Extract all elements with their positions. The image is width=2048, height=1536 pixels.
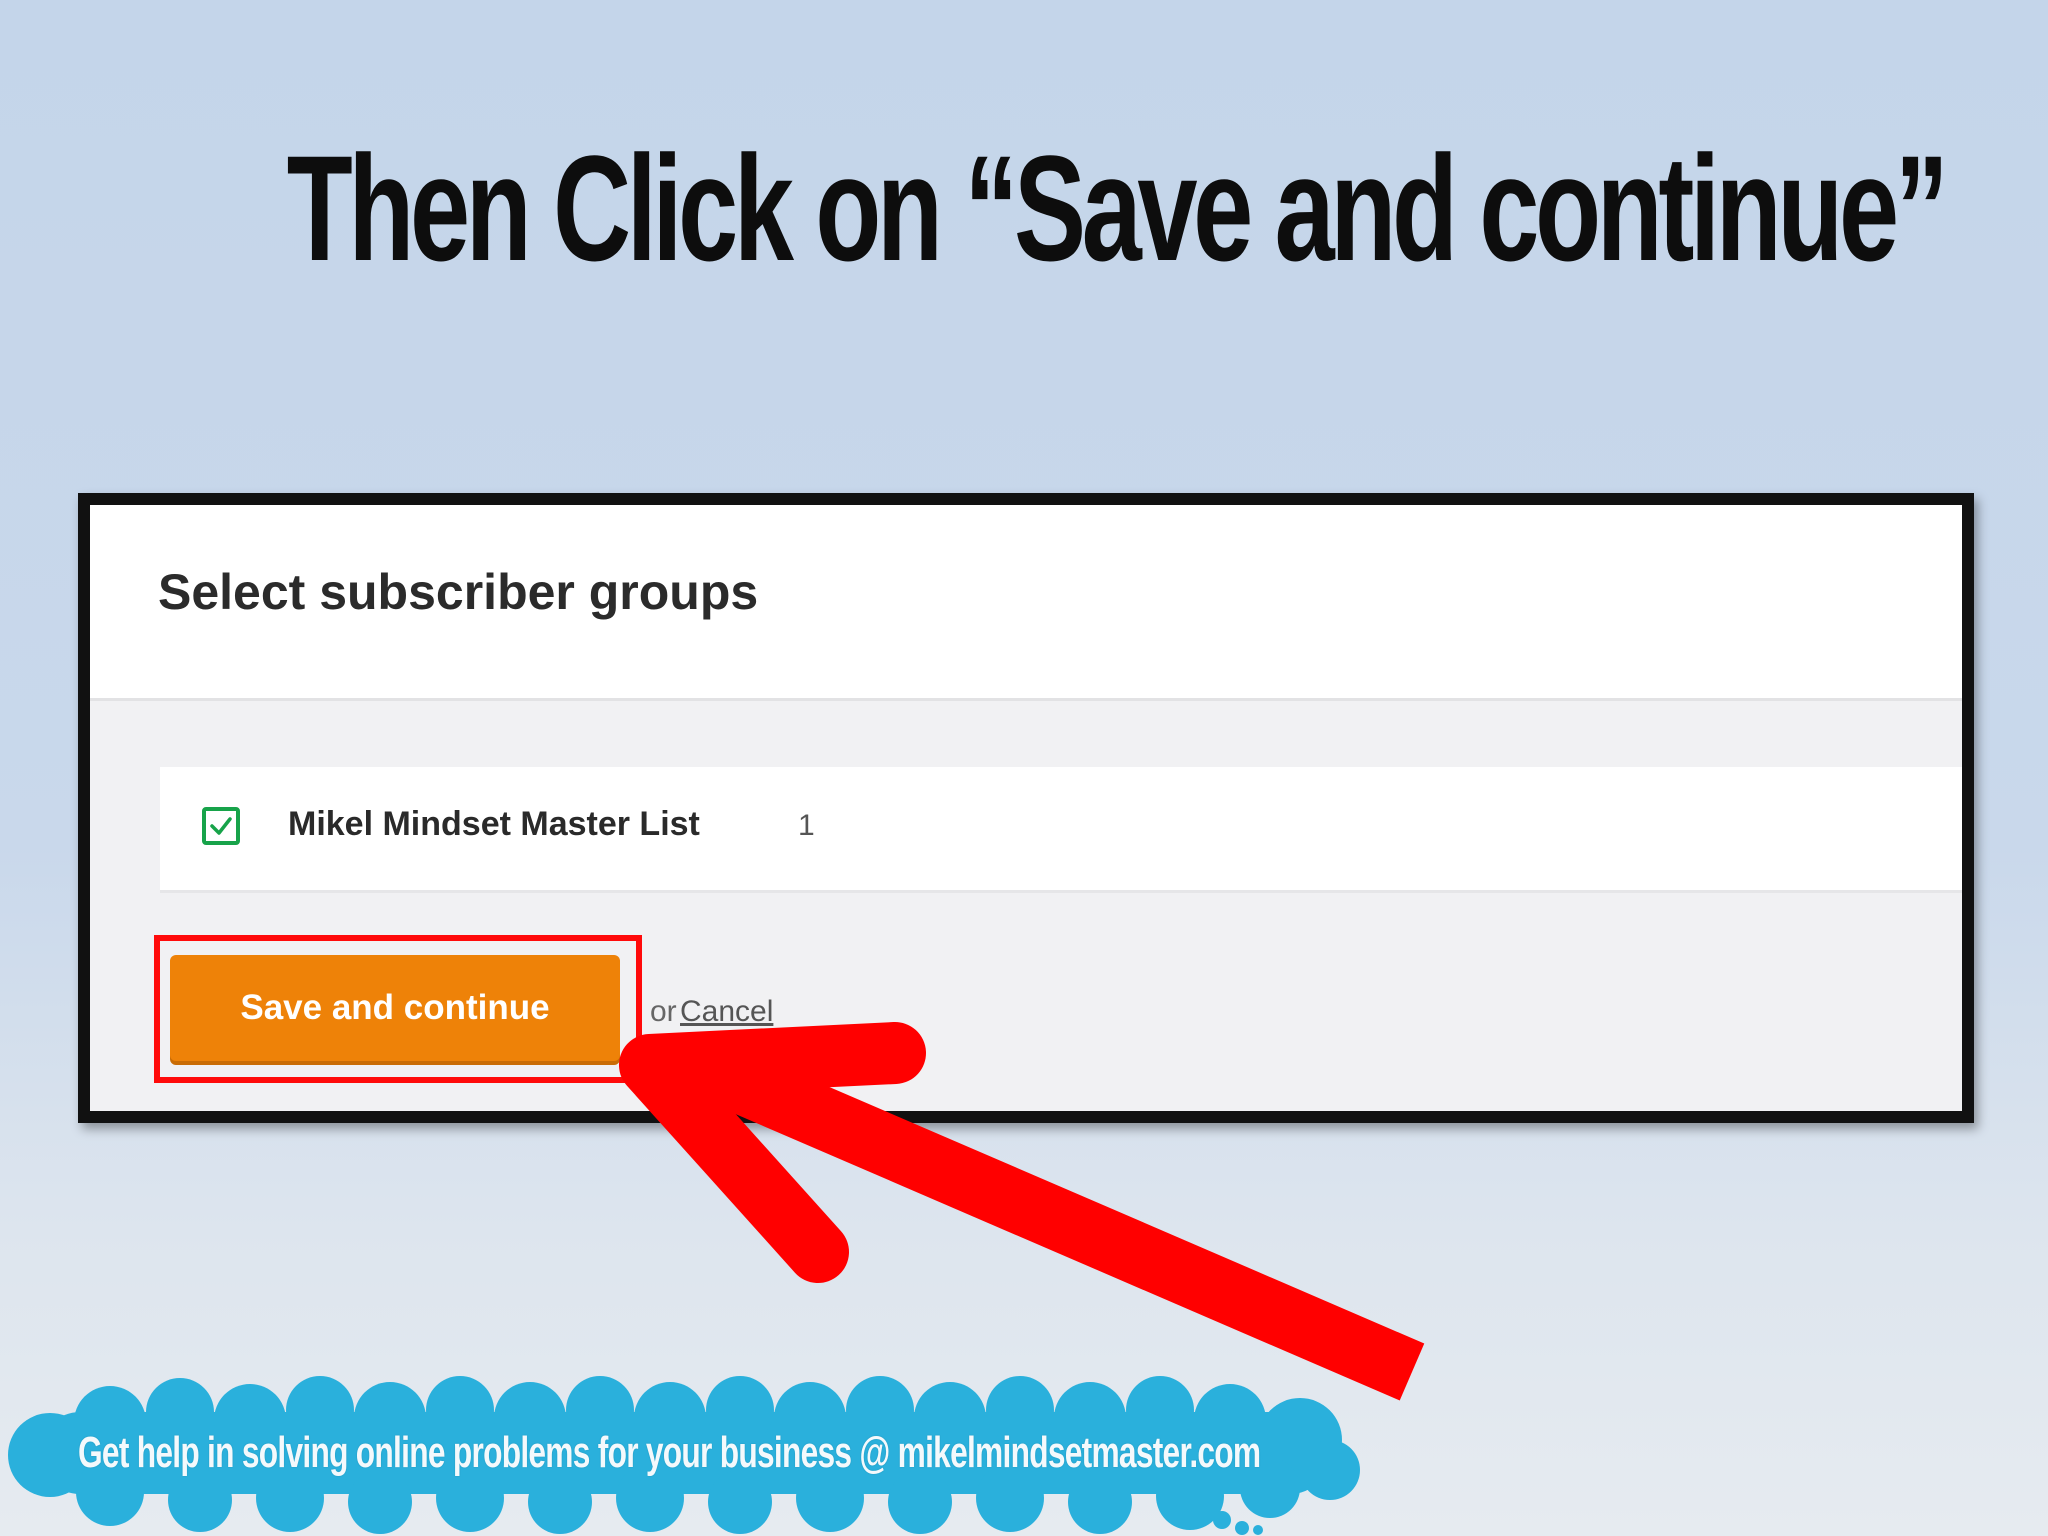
screenshot-frame: Select subscriber groups Mikel Mindset M… (78, 493, 1974, 1123)
dialog-title: Select subscriber groups (158, 564, 759, 620)
dialog-header: Select subscriber groups (90, 505, 1962, 701)
banner-text: Get help in solving online problems for … (78, 1428, 1261, 1477)
checkmark-icon (210, 817, 232, 835)
group-checkbox[interactable] (202, 807, 240, 845)
slide-title: Then Click on “Save and continue” (286, 124, 1949, 292)
group-name: Mikel Mindset Master List (288, 805, 700, 843)
or-separator: or (650, 995, 677, 1028)
save-and-continue-button[interactable]: Save and continue (170, 955, 620, 1061)
group-subscriber-count: 1 (798, 809, 815, 842)
subscriber-group-row[interactable]: Mikel Mindset Master List 1 (160, 767, 1962, 893)
cancel-link[interactable]: Cancel (680, 995, 773, 1029)
